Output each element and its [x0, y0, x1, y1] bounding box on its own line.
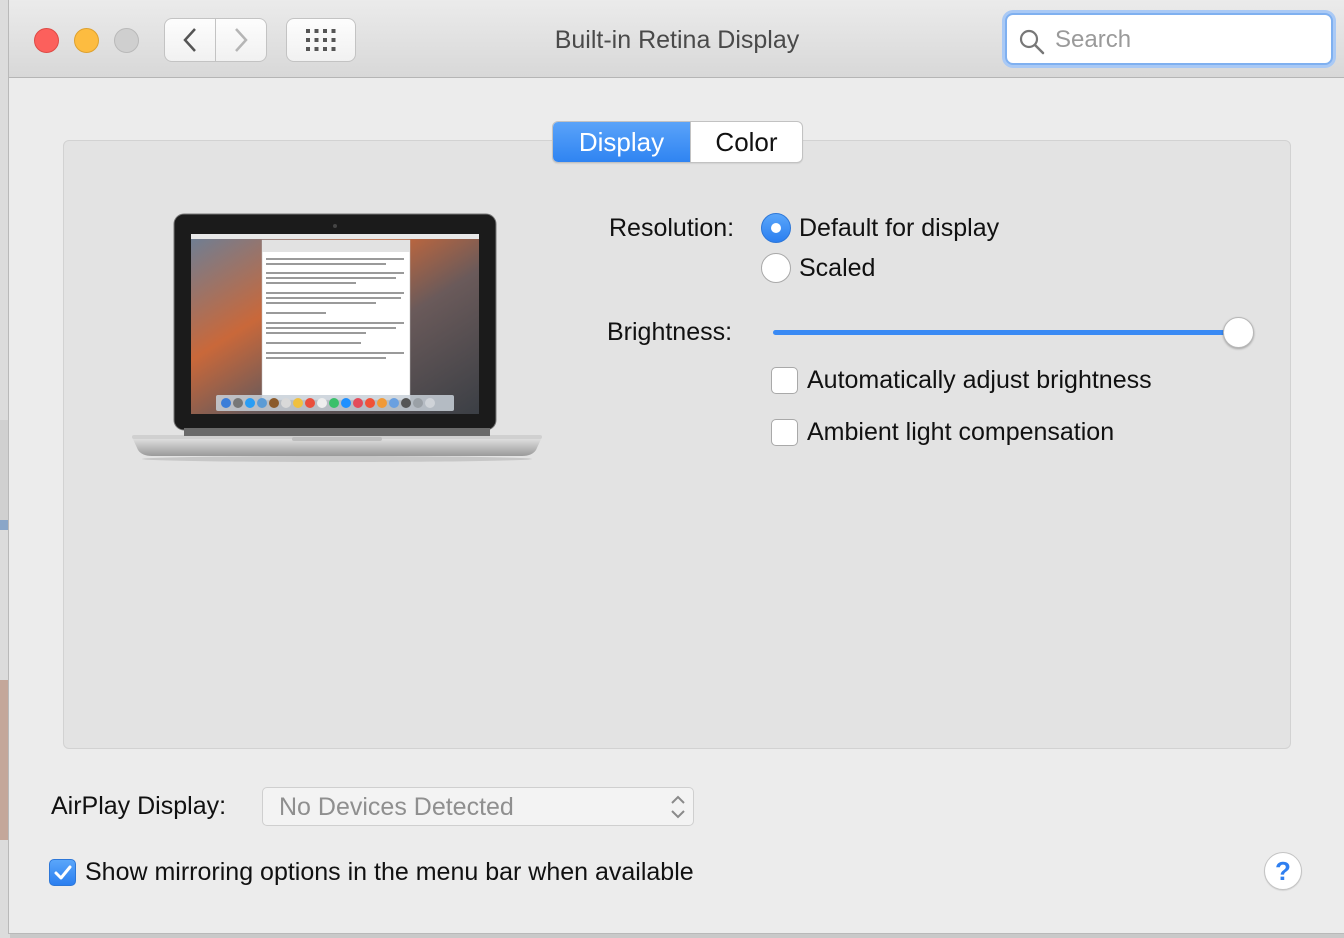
search-icon [1019, 29, 1045, 55]
mirroring-label[interactable]: Show mirroring options in the menu bar w… [85, 858, 694, 887]
help-button[interactable]: ? [1264, 852, 1302, 890]
close-button[interactable] [34, 28, 59, 53]
tab-bar: Display Color [552, 121, 803, 163]
radio-default-for-display[interactable] [761, 213, 791, 243]
auto-brightness-label[interactable]: Automatically adjust brightness [807, 366, 1152, 395]
airplay-label: AirPlay Display: [51, 792, 227, 820]
brightness-slider-knob[interactable] [1223, 317, 1254, 348]
grid-icon [306, 29, 336, 51]
minimize-button[interactable] [74, 28, 99, 53]
checkmark-icon [54, 865, 72, 880]
forward-button[interactable] [216, 18, 267, 62]
radio-scaled-label[interactable]: Scaled [799, 254, 875, 283]
display-preferences-window: Built-in Retina Display Display Color [8, 0, 1344, 934]
up-down-arrows-icon [671, 795, 685, 819]
mirroring-checkbox[interactable] [49, 859, 76, 886]
brightness-slider-track[interactable] [773, 330, 1245, 335]
ambient-light-checkbox[interactable] [771, 419, 798, 446]
brightness-label: Brightness: [607, 318, 733, 346]
window-title: Built-in Retina Display [554, 26, 800, 54]
show-all-button[interactable] [286, 18, 356, 62]
laptop-illustration [132, 213, 542, 462]
auto-brightness-checkbox[interactable] [771, 367, 798, 394]
search-input[interactable] [1053, 23, 1327, 57]
radio-default-label[interactable]: Default for display [799, 214, 999, 243]
tab-color[interactable]: Color [690, 122, 802, 162]
ambient-light-label[interactable]: Ambient light compensation [807, 418, 1114, 447]
back-button[interactable] [164, 18, 216, 62]
airplay-selected-value: No Devices Detected [279, 793, 514, 821]
tab-display[interactable]: Display [553, 122, 690, 162]
airplay-display-popup[interactable]: No Devices Detected [262, 787, 694, 826]
title-bar: Built-in Retina Display [9, 0, 1344, 78]
chevron-right-icon [235, 28, 248, 52]
chevron-left-icon [183, 28, 196, 52]
search-field[interactable] [1005, 13, 1333, 65]
resolution-label: Resolution: [609, 214, 735, 242]
zoom-button[interactable] [114, 28, 139, 53]
radio-scaled[interactable] [761, 253, 791, 283]
